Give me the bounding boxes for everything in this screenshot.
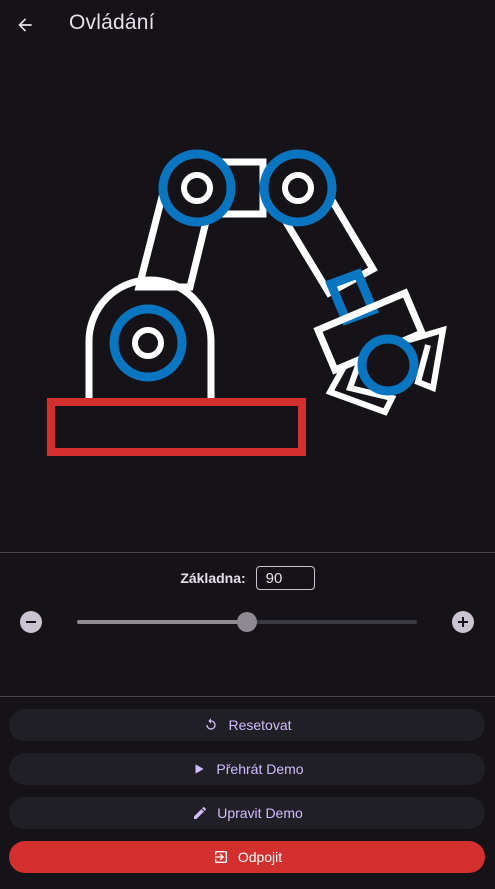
disconnect-label: Odpojit xyxy=(237,849,283,865)
robot-arm-visualization xyxy=(47,149,447,456)
play-demo-label: Přehrát Demo xyxy=(216,761,304,777)
slider-thumb[interactable] xyxy=(237,612,257,632)
minus-circle-icon xyxy=(26,621,36,623)
edit-demo-label: Upravit Demo xyxy=(217,805,303,821)
angle-slider[interactable] xyxy=(77,611,417,633)
angle-control-row: Základna: xyxy=(0,566,495,590)
disconnect-button[interactable]: Odpojit xyxy=(9,841,485,873)
robot-joint-base xyxy=(109,304,187,382)
app-bar: Ovládání xyxy=(0,0,495,50)
arrow-left-icon xyxy=(18,18,32,32)
refresh-icon xyxy=(202,716,220,734)
angle-value-input[interactable] xyxy=(255,566,315,590)
robot-joint-shoulder xyxy=(158,149,236,227)
logout-icon xyxy=(212,848,230,866)
edit-demo-button[interactable]: Upravit Demo xyxy=(9,797,485,829)
plus-circle-icon xyxy=(458,617,468,627)
decrease-button[interactable] xyxy=(20,611,42,633)
divider-top xyxy=(0,552,495,553)
robot-joint-elbow xyxy=(259,149,337,227)
increase-button[interactable] xyxy=(452,611,474,633)
joint-label: Základna: xyxy=(180,570,246,586)
slider-active-track xyxy=(77,620,247,624)
play-icon xyxy=(190,760,208,778)
robot-base-plate xyxy=(47,398,306,456)
page-title: Ovládání xyxy=(69,11,155,34)
back-button[interactable] xyxy=(10,10,40,40)
reset-button[interactable]: Resetovat xyxy=(9,709,485,741)
control-screen: Ovládání Základna: 90 Resetovat Přehrát … xyxy=(0,0,495,889)
divider-bottom xyxy=(0,696,495,697)
reset-label: Resetovat xyxy=(228,717,292,733)
robot-joint-gripper xyxy=(357,334,419,396)
pencil-icon xyxy=(191,804,209,822)
play-demo-button[interactable]: Přehrát Demo xyxy=(9,753,485,785)
